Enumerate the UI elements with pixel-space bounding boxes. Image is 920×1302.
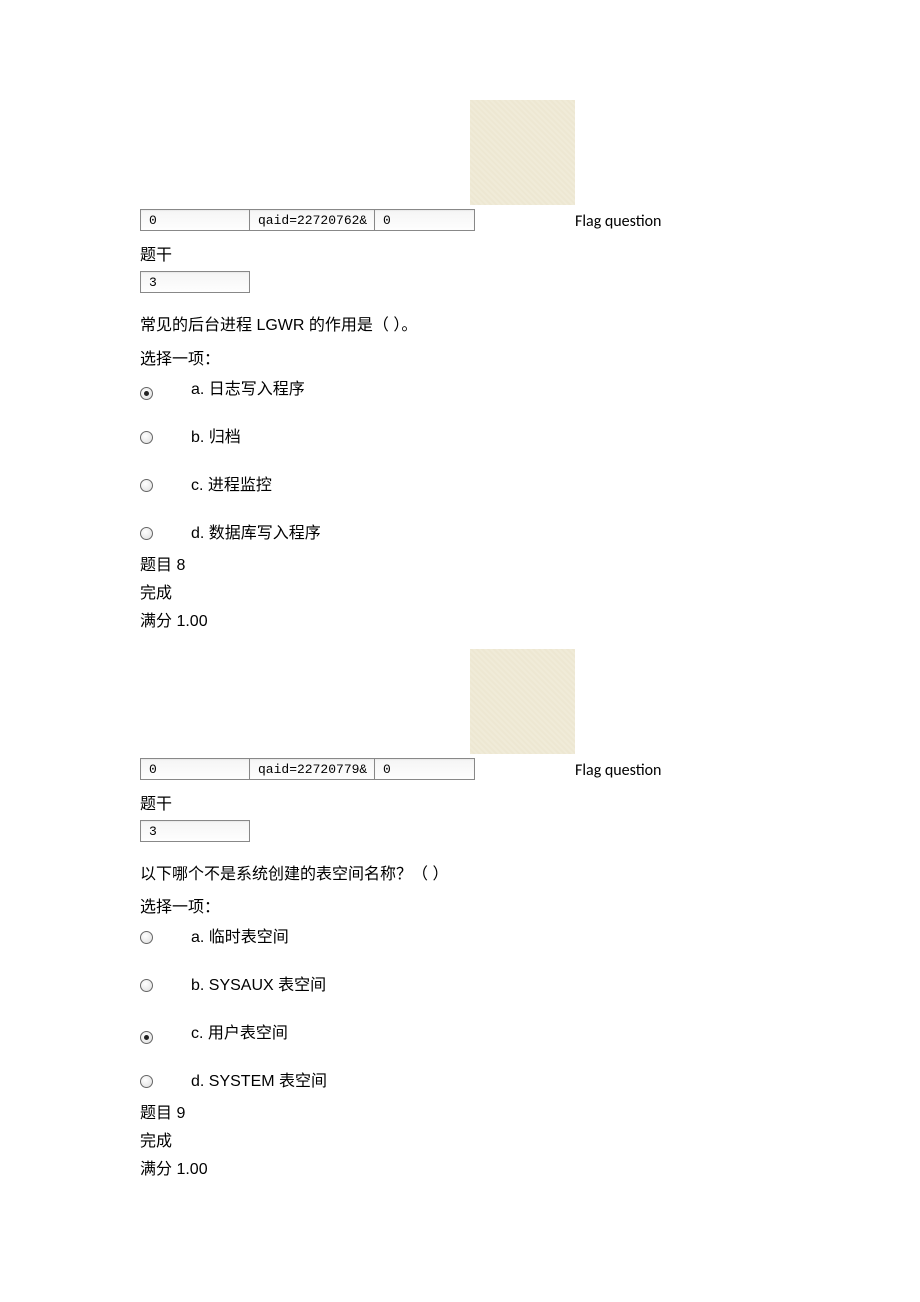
question-status: 完成 (140, 579, 780, 603)
radio-icon[interactable] (140, 431, 153, 444)
field-3[interactable]: 0 (375, 758, 475, 780)
option-b[interactable]: b. SYSAUX 表空间 (140, 971, 780, 995)
flag-row (140, 100, 780, 199)
radio-icon[interactable] (140, 527, 153, 540)
option-label: a. 日志写入程序 (191, 375, 305, 399)
question-score: 满分 1.00 (140, 607, 780, 631)
question-8: 0 qaid=22720779& 0 Flag question 题干 3 以下… (140, 649, 780, 1180)
option-label: d. SYSTEM 表空间 (191, 1067, 327, 1091)
input-row: 0 qaid=22720762& 0 Flag question (140, 209, 780, 231)
flag-row (140, 649, 780, 748)
question-score: 满分 1.00 (140, 1155, 780, 1179)
options-group: a. 临时表空间 b. SYSAUX 表空间 c. 用户表空间 d. SYSTE… (140, 923, 780, 1091)
radio-icon[interactable] (140, 979, 153, 992)
option-d[interactable]: d. 数据库写入程序 (140, 519, 780, 543)
flag-question-link[interactable]: Flag question (575, 212, 661, 231)
choose-one-label: 选择一项： (140, 893, 780, 917)
option-d[interactable]: d. SYSTEM 表空间 (140, 1067, 780, 1091)
flag-image-placeholder (470, 100, 575, 205)
choose-one-label: 选择一项： (140, 345, 780, 369)
question-status: 完成 (140, 1127, 780, 1151)
option-label: b. 归档 (191, 423, 241, 447)
input-row: 0 qaid=22720779& 0 Flag question (140, 758, 780, 780)
question-7: 0 qaid=22720762& 0 Flag question 题干 3 常见… (140, 100, 780, 631)
field-1[interactable]: 0 (140, 758, 250, 780)
field-single[interactable]: 3 (140, 820, 250, 842)
radio-icon[interactable] (140, 931, 153, 944)
radio-icon[interactable] (140, 387, 153, 400)
stem-label: 题干 (140, 241, 780, 265)
field-2[interactable]: qaid=22720779& (250, 758, 375, 780)
option-c[interactable]: c. 用户表空间 (140, 1019, 780, 1043)
option-label: c. 用户表空间 (191, 1019, 288, 1043)
question-number: 题目 8 (140, 551, 780, 575)
field-2[interactable]: qaid=22720762& (250, 209, 375, 231)
option-c[interactable]: c. 进程监控 (140, 471, 780, 495)
option-label: c. 进程监控 (191, 471, 272, 495)
radio-icon[interactable] (140, 1031, 153, 1044)
option-a[interactable]: a. 临时表空间 (140, 923, 780, 947)
option-label: d. 数据库写入程序 (191, 519, 321, 543)
stem-label: 题干 (140, 790, 780, 814)
field-3[interactable]: 0 (375, 209, 475, 231)
options-group: a. 日志写入程序 b. 归档 c. 进程监控 d. 数据库写入程序 (140, 375, 780, 543)
option-label: b. SYSAUX 表空间 (191, 971, 326, 995)
option-a[interactable]: a. 日志写入程序 (140, 375, 780, 399)
flag-image-placeholder (470, 649, 575, 754)
option-label: a. 临时表空间 (191, 923, 289, 947)
question-text: 常见的后台进程 LGWR 的作用是（ ）。 (140, 313, 780, 339)
radio-icon[interactable] (140, 1075, 153, 1088)
flag-question-link[interactable]: Flag question (575, 761, 661, 780)
field-single[interactable]: 3 (140, 271, 250, 293)
question-text: 以下哪个不是系统创建的表空间名称？（ ） (140, 862, 780, 888)
radio-icon[interactable] (140, 479, 153, 492)
option-b[interactable]: b. 归档 (140, 423, 780, 447)
question-number: 题目 9 (140, 1099, 780, 1123)
field-1[interactable]: 0 (140, 209, 250, 231)
